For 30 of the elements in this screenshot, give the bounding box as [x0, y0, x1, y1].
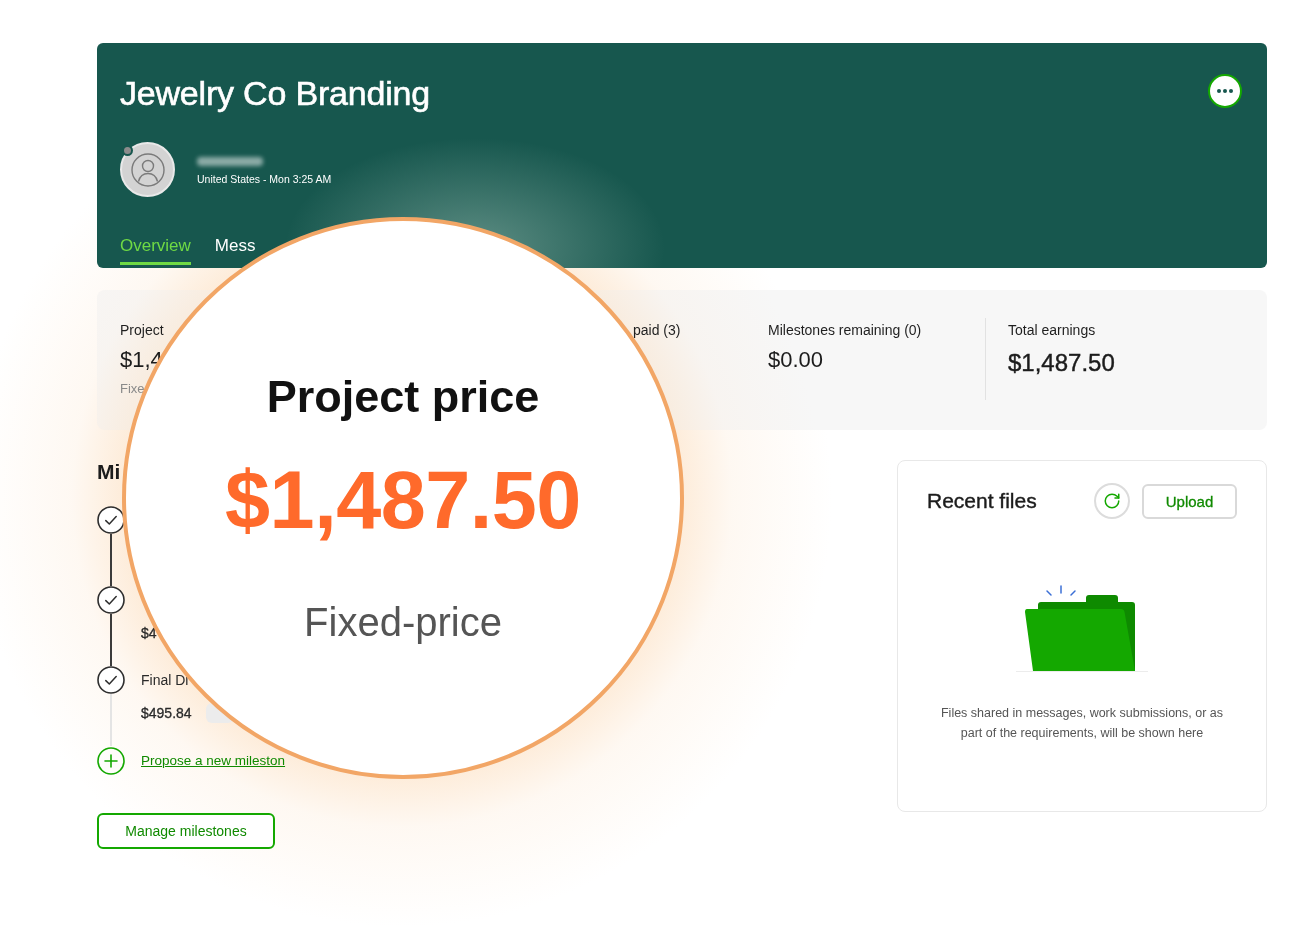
milestone-amount: $495.84: [141, 704, 192, 723]
stat-label: Milestones remaining (0): [768, 321, 922, 339]
tab[interactable]: Mess: [214, 236, 256, 255]
user-icon: [130, 152, 165, 187]
milestone-title: Final Di: [141, 671, 189, 689]
stat-label: paid (3): [633, 321, 681, 339]
section-heading: Mi: [97, 460, 121, 484]
upload-button[interactable]: Upload: [1142, 483, 1237, 519]
propose-milestone-link[interactable]: Propose a new mileston: [141, 753, 286, 769]
lens-price-type: Fixed-price: [304, 599, 502, 645]
lens-price: $1,487.50: [225, 454, 581, 547]
plus-circle-icon: [97, 747, 125, 775]
total-value: $1,487.50: [1008, 349, 1115, 377]
recent-files-title: Recent files: [927, 488, 1037, 514]
milestone-amount: $4: [141, 624, 157, 643]
project-title: Jewelry Co Branding: [120, 73, 430, 113]
refresh-button[interactable]: [1094, 483, 1130, 519]
more-button[interactable]: [1208, 74, 1242, 108]
stat-label: Project: [120, 321, 164, 339]
blurred-name: [197, 157, 263, 166]
manage-milestones-button[interactable]: Manage milestones: [97, 813, 275, 849]
refresh-icon: [1103, 492, 1121, 510]
more-icon: [1217, 89, 1233, 93]
tab[interactable]: Overview: [120, 236, 191, 265]
lens-title: Project price: [266, 372, 540, 422]
stat-value: $0.00: [768, 349, 824, 371]
empty-files-message: Files shared in messages, work submissions, or as part of the requirements, will be shown here: [939, 705, 1225, 742]
client-location-time: United States - Mon 3:25 AM: [197, 173, 332, 185]
stat-note: Fixe: [120, 381, 145, 397]
stat-label: Total earnings: [1008, 321, 1096, 339]
